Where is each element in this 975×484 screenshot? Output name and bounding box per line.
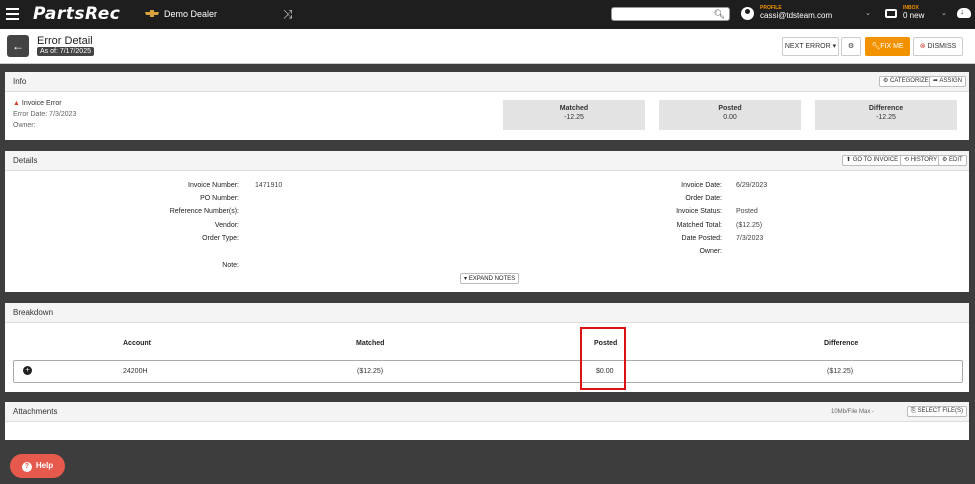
attachments-header: Attachments 10Mb/File Max - ⎘ SELECT FIL… [5, 402, 969, 422]
help-label: Help [35, 461, 54, 470]
fix-me-button[interactable]: 🔧︎FIX ME [865, 37, 910, 56]
invoice-status-label: Invoice Status: [676, 208, 722, 215]
difference-cell: ($12.25) [827, 368, 854, 375]
invoice-status-value: Posted [736, 208, 758, 215]
go-to-invoice-button[interactable]: ⬆ GO TO INVOICE [842, 155, 903, 166]
page-title: Error Detail [37, 35, 93, 47]
invoice-number-label: Invoice Number: [188, 182, 239, 189]
dismiss-button[interactable]: ⊗ DISMISS [913, 37, 963, 56]
owner-label: Owner: [699, 248, 722, 255]
search-icon[interactable]: 🔍︎ [714, 9, 725, 20]
error-type: ▲ Invoice Error [13, 100, 62, 107]
owner-label: Owner: [13, 122, 36, 129]
order-type-label: Order Type: [202, 235, 239, 242]
difference-stat: Difference -12.25 [815, 100, 957, 130]
stat-label: Matched [559, 105, 589, 112]
details-panel: Details ⬆ GO TO INVOICE ⟲ HISTORY ⚙ EDIT… [5, 151, 969, 292]
history-button[interactable]: ⟲ HISTORY [900, 155, 942, 166]
invoice-date-value: 6/29/2023 [736, 182, 768, 189]
table-row[interactable]: + 24200H ($12.25) $0.00 ($12.25) [13, 360, 963, 383]
error-date: Error Date: 7/3/2023 [13, 111, 77, 118]
next-error-label: NEXT ERROR [784, 43, 831, 50]
app-logo[interactable]: PartsRec [33, 4, 120, 24]
invoice-date-label: Invoice Date: [681, 182, 722, 189]
reference-number-label: Reference Number(s): [169, 208, 239, 215]
matched-total-value: ($12.25) [736, 222, 763, 229]
po-number-label: PO Number: [200, 195, 239, 202]
wrench-icon: 🔧︎ [871, 43, 881, 50]
chevron-down-icon[interactable]: ⌄ [941, 9, 947, 17]
search-input[interactable]: 🔍︎ [611, 7, 730, 21]
info-title: Info [13, 77, 27, 86]
invoice-number-value: 1471910 [255, 182, 283, 189]
page-header: ← Error Detail As of: 7/17/2025 NEXT ERR… [0, 29, 975, 64]
edit-button[interactable]: ⚙ EDIT [938, 155, 967, 166]
select-files-label: SELECT FILE(S) [917, 408, 964, 414]
dealer-name[interactable]: Demo Dealer [164, 9, 217, 19]
stat-value: 0.00 [723, 114, 737, 121]
categorize-button[interactable]: ⚙ CATEGORIZE [879, 76, 933, 87]
chevron-down-icon[interactable]: ⌄ [865, 9, 871, 17]
expand-notes-button[interactable]: ▾ EXPAND NOTES [460, 273, 520, 284]
matched-cell: ($12.25) [357, 368, 384, 375]
assign-button[interactable]: ➦ ASSIGN [929, 76, 967, 87]
stat-label: Difference [868, 105, 904, 112]
profile-email[interactable]: cassi@tdsteam.com [760, 11, 832, 20]
fix-me-label: FIX ME [880, 43, 904, 50]
matched-stat: Matched -12.25 [503, 100, 645, 130]
back-button[interactable]: ← [7, 35, 29, 57]
chevrolet-logo-icon [145, 10, 159, 17]
account-cell: 24200H [123, 368, 148, 375]
breakdown-panel: Breakdown Account Matched Posted Differe… [5, 303, 969, 392]
file-size-limit: 10Mb/File Max - [831, 409, 875, 415]
history-label: HISTORY [910, 157, 938, 163]
breakdown-header: Breakdown [5, 303, 969, 323]
attachments-panel: Attachments 10Mb/File Max - ⎘ SELECT FIL… [5, 402, 969, 440]
attachments-title: Attachments [13, 407, 58, 416]
shuffle-icon[interactable]: ⤨ [283, 7, 293, 22]
details-title: Details [13, 156, 38, 165]
warning-icon: ▲ [13, 100, 20, 107]
stat-value: -12.25 [876, 114, 896, 121]
info-header: Info ⚙ CATEGORIZE ➦ ASSIGN [5, 72, 969, 92]
dismiss-label: DISMISS [927, 43, 957, 50]
categorize-label: CATEGORIZE [890, 78, 929, 84]
date-posted-label: Date Posted: [681, 235, 722, 242]
select-files-button[interactable]: ⎘ SELECT FILE(S) [907, 406, 968, 417]
vendor-label: Vendor: [214, 222, 239, 229]
details-header: Details ⬆ GO TO INVOICE ⟲ HISTORY ⚙ EDIT [5, 151, 969, 171]
info-panel: Info ⚙ CATEGORIZE ➦ ASSIGN ▲ Invoice Err… [5, 72, 969, 140]
expand-notes-label: EXPAND NOTES [468, 276, 516, 282]
breakdown-title: Breakdown [13, 308, 54, 317]
settings-button[interactable]: ⚙ [841, 37, 861, 56]
column-header-matched[interactable]: Matched [356, 340, 384, 347]
stat-value: -12.25 [564, 114, 584, 121]
stat-label: Posted [718, 105, 742, 112]
matched-total-label: Matched Total: [676, 222, 722, 229]
error-type-label: Invoice Error [21, 100, 62, 107]
column-header-difference[interactable]: Difference [824, 340, 858, 347]
expand-row-icon[interactable]: + [23, 366, 32, 375]
edit-label: EDIT [949, 157, 963, 163]
inbox-icon[interactable] [885, 9, 897, 18]
column-header-account[interactable]: Account [123, 340, 151, 347]
next-error-button[interactable]: NEXT ERROR ▾ [782, 37, 839, 56]
go-to-invoice-label: GO TO INVOICE [852, 157, 899, 163]
note-label: Note: [222, 262, 239, 269]
posted-highlight-box [580, 327, 626, 390]
dismiss-icon: ⊗ [919, 43, 926, 50]
top-bar: PartsRec Demo Dealer ⤨ 🔍︎ PROFILE cassi@… [0, 0, 975, 29]
order-date-label: Order Date: [685, 195, 722, 202]
gear-icon: ⚙ [847, 43, 855, 50]
help-button[interactable]: ? Help [10, 454, 65, 478]
cloud-download-icon[interactable] [957, 7, 971, 18]
inbox-count[interactable]: 0 new [903, 11, 924, 20]
date-posted-value: 7/3/2023 [736, 235, 764, 242]
help-icon: ? [21, 462, 32, 472]
posted-stat: Posted 0.00 [659, 100, 801, 130]
as-of-badge: As of: 7/17/2025 [37, 47, 94, 56]
assign-label: ASSIGN [939, 78, 963, 84]
hamburger-icon[interactable] [6, 8, 19, 20]
profile-icon[interactable] [741, 7, 754, 20]
